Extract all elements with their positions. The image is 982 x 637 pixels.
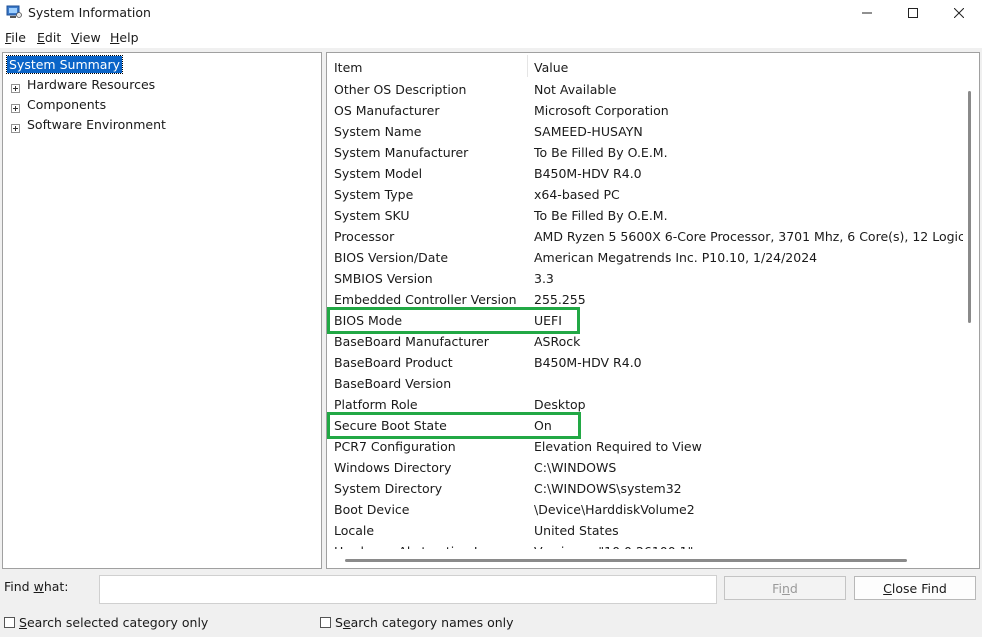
tree-item-system-summary[interactable]: System Summary — [6, 55, 123, 74]
menu-view[interactable]: View — [71, 30, 101, 45]
search-category-names-checkbox[interactable]: Search category names only — [320, 614, 514, 630]
table-row[interactable]: Boot Device \Device\HarddiskVolume2 — [327, 499, 963, 520]
tree-item-label: Software Environment — [27, 117, 166, 132]
row-item-cell: System SKU — [334, 208, 410, 223]
table-row[interactable]: PCR7 Configuration Elevation Required to … — [327, 436, 963, 457]
row-item-cell: System Directory — [334, 481, 443, 496]
row-value-cell: C:\WINDOWS — [534, 460, 617, 475]
table-row[interactable]: System Type x64-based PC — [327, 184, 963, 205]
horizontal-scrollbar[interactable] — [327, 553, 963, 568]
row-item-cell: Other OS Description — [334, 82, 467, 97]
column-header-item[interactable]: Item — [334, 60, 362, 75]
highlight-box-bios-mode — [327, 307, 580, 334]
row-value-cell: To Be Filled By O.E.M. — [534, 145, 668, 160]
row-value-cell: To Be Filled By O.E.M. — [534, 208, 668, 223]
menu-help[interactable]: Help — [110, 30, 139, 45]
find-input[interactable] — [99, 575, 717, 604]
find-button[interactable]: Fi n d — [724, 576, 846, 600]
horizontal-scroll-thumb[interactable] — [345, 559, 907, 562]
table-row[interactable]: System Manufacturer To Be Filled By O.E.M… — [327, 142, 963, 163]
table-row[interactable]: Windows Directory C:\WINDOWS — [327, 457, 963, 478]
checkbox-box[interactable] — [4, 616, 15, 628]
find-what-label: Find what: — [4, 579, 69, 594]
table-row[interactable]: BaseBoard Manufacturer ASRock — [327, 331, 963, 352]
column-divider[interactable] — [527, 55, 528, 77]
row-value-cell: Not Available — [534, 82, 617, 97]
maximize-button[interactable] — [890, 0, 936, 26]
table-row[interactable]: SMBIOS Version 3.3 — [327, 268, 963, 289]
maximize-icon — [908, 6, 918, 21]
row-item-cell: Locale — [334, 523, 375, 538]
row-item-cell: Processor — [334, 229, 395, 244]
vertical-scrollbar[interactable] — [963, 53, 979, 553]
column-header-value[interactable]: Value — [534, 60, 568, 75]
row-value-cell: B450M-HDV R4.0 — [534, 166, 642, 181]
list-header: Item Value — [327, 53, 963, 79]
row-item-cell: BaseBoard Manufacturer — [334, 334, 489, 349]
close-window-button[interactable] — [936, 0, 982, 26]
row-value-cell: x64-based PC — [534, 187, 620, 202]
row-value-cell: Microsoft Corporation — [534, 103, 669, 118]
table-row[interactable]: System Name SAMEED-HUSAYN — [327, 121, 963, 142]
row-value-cell: AMD Ryzen 5 5600X 6-Core Processor, 3701… — [534, 229, 963, 244]
row-item-cell: Windows Directory — [334, 460, 452, 475]
row-item-cell: System Type — [334, 187, 414, 202]
checkbox-box[interactable] — [320, 616, 331, 628]
row-value-cell: SAMEED-HUSAYN — [534, 124, 643, 139]
minimize-icon — [862, 6, 872, 21]
row-value-cell: Version = "10.0.26100.1" — [534, 541, 693, 549]
menu-edit[interactable]: Edit — [37, 30, 61, 45]
table-row[interactable]: Processor AMD Ryzen 5 5600X 6-Core Proces… — [327, 226, 963, 247]
expand-plus-icon[interactable] — [11, 100, 20, 113]
row-item-cell: Hardware Abstraction Layer — [334, 541, 509, 549]
vertical-scroll-thumb[interactable] — [968, 91, 971, 323]
row-item-cell: PCR7 Configuration — [334, 439, 456, 454]
close-icon — [953, 6, 965, 21]
table-row[interactable]: System SKU To Be Filled By O.E.M. — [327, 205, 963, 226]
tree-item-label: Components — [27, 97, 107, 112]
highlight-box-secure-boot — [327, 412, 581, 439]
row-item-cell: System Model — [334, 166, 423, 181]
table-row[interactable]: BaseBoard Product B450M-HDV R4.0 — [327, 352, 963, 373]
table-row[interactable]: BIOS Version/Date American Megatrends Inc… — [327, 247, 963, 268]
table-row[interactable]: BaseBoard Version — [327, 373, 963, 394]
row-item-cell: System Manufacturer — [334, 145, 469, 160]
expand-plus-icon[interactable] — [11, 120, 20, 133]
row-value-cell: 3.3 — [534, 271, 554, 286]
row-item-cell: SMBIOS Version — [334, 271, 433, 286]
row-value-cell: B450M-HDV R4.0 — [534, 355, 642, 370]
table-row[interactable]: Locale United States — [327, 520, 963, 541]
table-row[interactable]: System Model B450M-HDV R4.0 — [327, 163, 963, 184]
row-value-cell: United States — [534, 523, 619, 538]
tree-item-label: Hardware Resources — [27, 77, 156, 92]
row-value-cell: C:\WINDOWS\system32 — [534, 481, 682, 496]
row-item-cell: BaseBoard Product — [334, 355, 453, 370]
row-item-cell: BaseBoard Version — [334, 376, 452, 391]
window-title: System Information — [28, 5, 151, 20]
row-item-cell: BIOS Version/Date — [334, 250, 449, 265]
search-selected-category-checkbox[interactable]: Search selected category only — [4, 614, 208, 630]
category-tree[interactable]: System Summary Hardware Resources Compon… — [2, 52, 322, 569]
close-find-button[interactable]: Close Find — [854, 576, 976, 600]
checkbox-label: Search selected category only — [19, 614, 209, 630]
system-information-icon — [6, 5, 22, 19]
row-value-cell: Elevation Required to View — [534, 439, 702, 454]
table-row[interactable]: Hardware Abstraction Layer Version = "10.… — [327, 541, 963, 549]
row-item-cell: OS Manufacturer — [334, 103, 440, 118]
checkbox-label: Search category names only — [335, 614, 514, 630]
row-value-cell: \Device\HarddiskVolume2 — [534, 502, 695, 517]
expand-plus-icon[interactable] — [11, 80, 20, 93]
title-bar: System Information — [0, 0, 982, 26]
row-item-cell: System Name — [334, 124, 422, 139]
menu-file[interactable]: File — [5, 30, 26, 45]
table-row[interactable]: OS Manufacturer Microsoft Corporation — [327, 100, 963, 121]
table-row[interactable]: System Directory C:\WINDOWS\system32 — [327, 478, 963, 499]
row-item-cell: Boot Device — [334, 502, 410, 517]
table-row[interactable]: Other OS Description Not Available — [327, 79, 963, 100]
row-value-cell: American Megatrends Inc. P10.10, 1/24/20… — [534, 250, 818, 265]
menu-bar: File Edit View Help — [0, 26, 982, 48]
minimize-button[interactable] — [844, 0, 890, 26]
row-value-cell: ASRock — [534, 334, 581, 349]
